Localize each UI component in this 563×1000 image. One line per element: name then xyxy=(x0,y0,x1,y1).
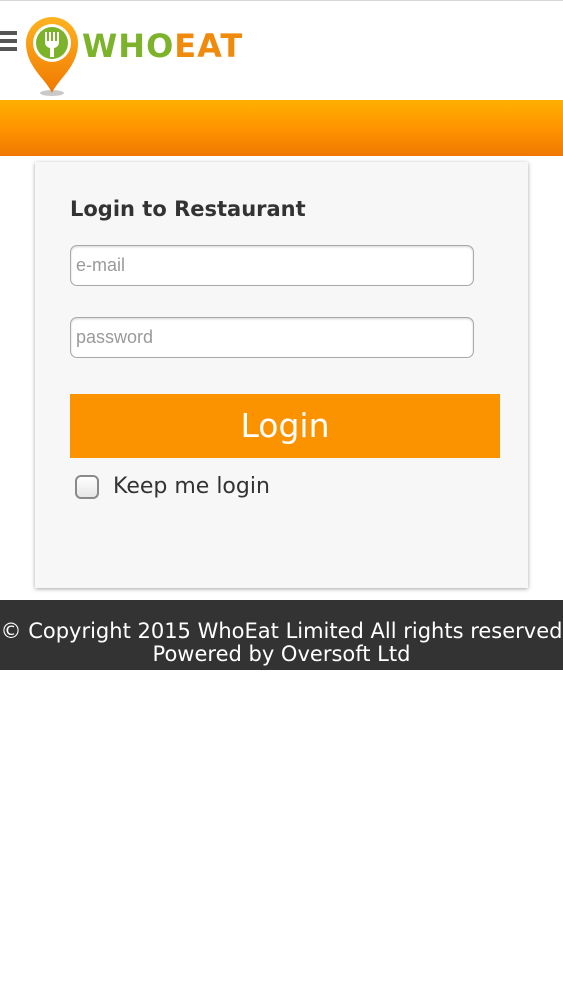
copyright-text: © Copyright 2015 WhoEat Limited All righ… xyxy=(0,619,563,643)
password-input[interactable] xyxy=(70,317,474,358)
page-footer: © Copyright 2015 WhoEat Limited All righ… xyxy=(0,600,563,670)
keep-login-checkbox[interactable] xyxy=(75,475,99,499)
email-input[interactable] xyxy=(70,245,474,286)
login-title: Login to Restaurant xyxy=(70,197,306,221)
logo-text-who: WHO xyxy=(82,27,175,65)
logo-text-eat: EAT xyxy=(174,27,244,65)
orange-banner xyxy=(0,100,563,156)
powered-by-text: Powered by Oversoft Ltd xyxy=(152,642,411,666)
menu-bar xyxy=(0,39,17,43)
login-button[interactable]: Login xyxy=(70,394,500,458)
app-header: WHOEAT xyxy=(0,0,563,100)
keep-login-label[interactable]: Keep me login xyxy=(113,473,270,501)
whoeat-logo[interactable]: WHOEAT xyxy=(22,13,252,97)
menu-bar xyxy=(0,31,17,35)
fork-location-pin-icon xyxy=(26,17,78,96)
menu-bar xyxy=(0,47,17,51)
logo-wordmark: WHOEAT xyxy=(82,27,243,65)
login-card: Login to Restaurant Login Keep me login xyxy=(35,162,528,588)
hamburger-menu-icon[interactable] xyxy=(0,31,17,57)
